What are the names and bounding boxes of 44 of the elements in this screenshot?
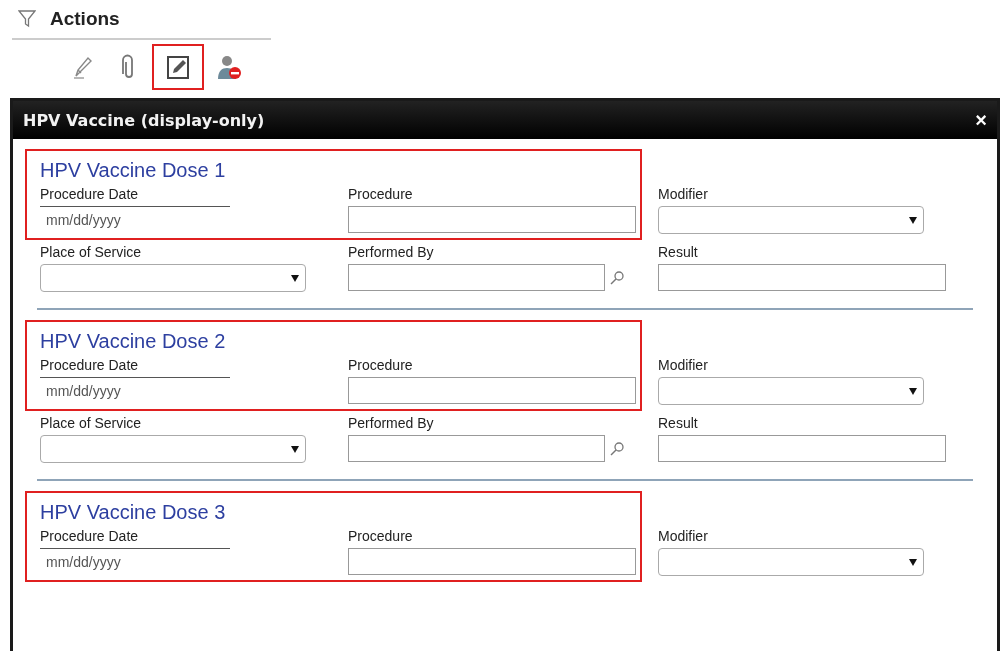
- field-label: Place of Service: [40, 244, 143, 262]
- field-label: Modifier: [658, 357, 709, 375]
- edit-icon: [165, 54, 191, 80]
- field-label: Place of Service: [40, 415, 143, 433]
- text-field[interactable]: [348, 548, 636, 575]
- text-field[interactable]: [348, 435, 605, 462]
- selected-tool-button[interactable]: [152, 44, 204, 90]
- field-label: Result: [658, 415, 699, 433]
- dialog-title: HPV Vaccine (display-only): [23, 110, 265, 130]
- dropdown[interactable]: [40, 435, 306, 463]
- dropdown[interactable]: [40, 264, 306, 292]
- section-title: HPV Vaccine Dose 3: [40, 501, 227, 524]
- field-label: Performed By: [348, 415, 435, 433]
- user-remove-icon: [216, 54, 242, 80]
- field-label: Procedure: [348, 357, 414, 375]
- text-field[interactable]: [658, 264, 946, 291]
- dropdown[interactable]: [658, 206, 924, 234]
- text-field[interactable]: [348, 377, 636, 404]
- caret-icon: [291, 274, 299, 282]
- dropdown[interactable]: [658, 377, 924, 405]
- field-label: Procedure: [348, 186, 414, 204]
- search-icon[interactable]: [609, 269, 625, 286]
- close-button[interactable]: ×: [973, 110, 989, 130]
- actions-heading: Actions: [50, 8, 120, 30]
- caret-icon: [909, 387, 917, 395]
- field-label: Procedure: [348, 528, 414, 546]
- field-label: Modifier: [658, 528, 709, 546]
- field-label: Performed By: [348, 244, 435, 262]
- field-label: Modifier: [658, 186, 709, 204]
- text-field[interactable]: [658, 435, 946, 462]
- section-title: HPV Vaccine Dose 2: [40, 330, 227, 353]
- dropdown[interactable]: [658, 548, 924, 576]
- text-field[interactable]: [348, 264, 605, 291]
- caret-icon: [909, 216, 917, 224]
- search-icon[interactable]: [609, 440, 625, 457]
- caret-icon: [909, 558, 917, 566]
- field-label: Procedure Date: [40, 186, 140, 204]
- field-label: Procedure Date: [40, 528, 140, 546]
- caret-icon: [291, 445, 299, 453]
- field-label: Procedure Date: [40, 357, 140, 375]
- section-title: HPV Vaccine Dose 1: [40, 159, 227, 182]
- filter-icon[interactable]: [18, 10, 36, 28]
- field-label: Result: [658, 244, 699, 262]
- text-field[interactable]: [348, 206, 636, 233]
